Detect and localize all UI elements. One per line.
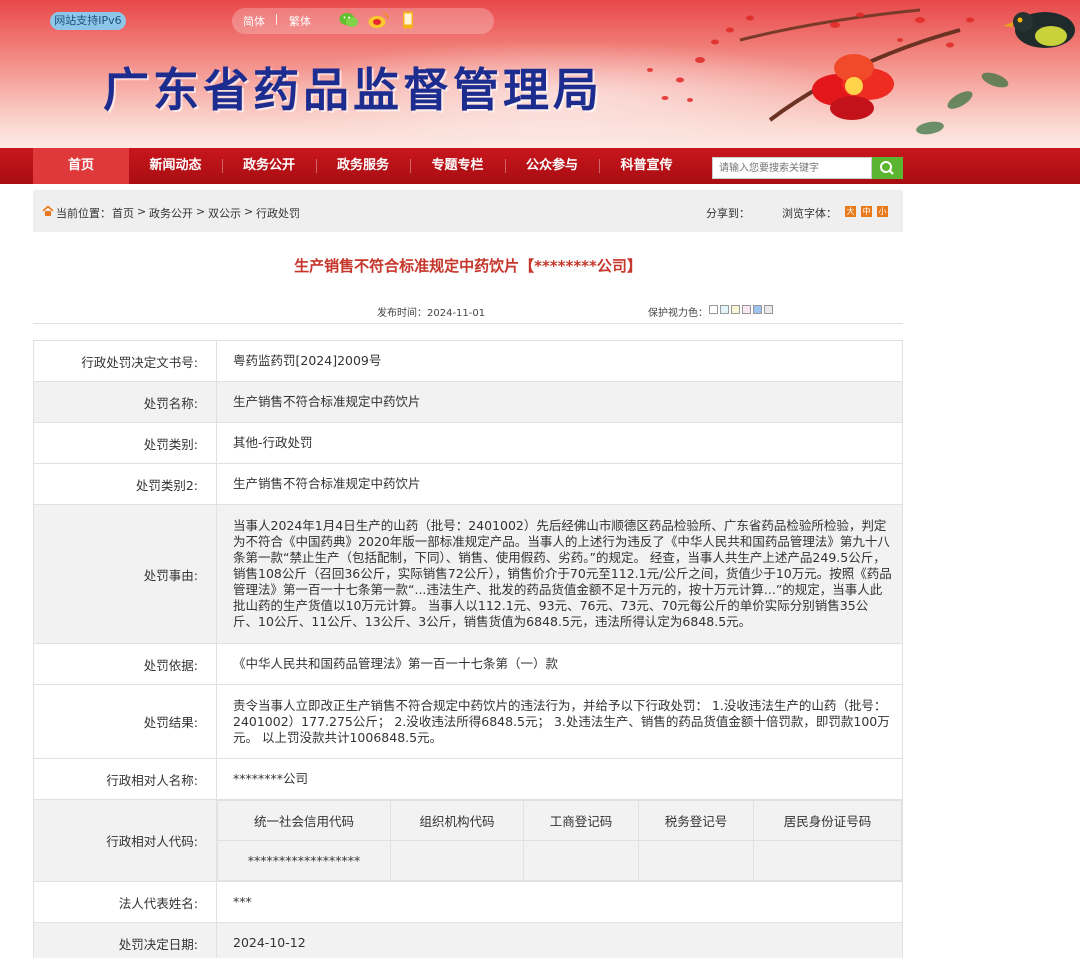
breadcrumb-separator: > (137, 205, 147, 218)
category-value: 其他-行政处罚 (216, 422, 903, 464)
font-medium-button[interactable]: 中 (861, 206, 872, 217)
eye-care-swatch-white[interactable] (709, 305, 718, 314)
header-divider (33, 323, 903, 324)
bird (1003, 12, 1075, 48)
code-value-org (390, 840, 524, 881)
basis-label: 处罚依据: (33, 643, 217, 685)
main-nav: 首页 新闻动态 政务公开 政务服务 专题专栏 公众参与 科普宣传 (0, 148, 1080, 184)
font-size-label: 浏览字体： (782, 207, 837, 220)
home-icon (42, 205, 54, 216)
party-name-value: ********公司 (216, 758, 903, 800)
wechat-icon[interactable] (339, 11, 359, 29)
ipv6-badge[interactable]: 网站支持IPv6 (50, 12, 126, 30)
eye-care-swatch-blue[interactable] (720, 305, 729, 314)
code-header-id-card: 居民身份证号码 (753, 800, 902, 841)
code-header-credit: 统一社会信用代码 (217, 800, 391, 841)
reason-value: 当事人2024年1月4日生产的山药（批号：2401002）先后经佛山市顺德区药品… (216, 504, 903, 644)
code-header-business: 工商登记码 (523, 800, 639, 841)
category2-label: 处罚类别2: (33, 463, 217, 505)
article-title: 生产销售不符合标准规定中药饮片【********公司】 (294, 257, 642, 275)
eye-care-swatch-gray[interactable] (764, 305, 773, 314)
breadcrumb-separator: > (196, 205, 206, 218)
lang-traditional-link[interactable]: 繁体 (289, 13, 311, 29)
result-label: 处罚结果: (33, 684, 217, 759)
font-small-button[interactable]: 小 (877, 206, 888, 217)
legal-rep-value: *** (216, 881, 903, 923)
party-name-label: 行政相对人名称: (33, 758, 217, 800)
category-label: 处罚类别: (33, 422, 217, 464)
penalty-name-label: 处罚名称: (33, 381, 217, 423)
nav-item-topics[interactable]: 专题专栏 (410, 148, 505, 184)
language-bar (232, 8, 494, 34)
party-code-cell: 统一社会信用代码 组织机构代码 工商登记码 税务登记号 居民身份证号码 ****… (216, 799, 903, 882)
breadcrumb-label: 当前位置： (56, 207, 111, 220)
reason-label: 处罚事由: (33, 504, 217, 644)
eye-care-swatch-yellow[interactable] (731, 305, 740, 314)
breadcrumb-admin-penalty[interactable]: 行政处罚 (256, 205, 300, 221)
eye-care-swatch-dark-blue[interactable] (753, 305, 762, 314)
breadcrumb-gov-affairs[interactable]: 政务公开 (149, 205, 193, 221)
font-large-button[interactable]: 大 (845, 206, 856, 217)
search-input[interactable] (712, 157, 872, 179)
penalty-info-table: 行政处罚决定文书号: 粤药监药罚[2024]2009号 处罚名称: 生产销售不符… (33, 340, 903, 958)
nav-item-news[interactable]: 新闻动态 (129, 148, 222, 184)
lang-simplified-link[interactable]: 简体 (243, 13, 265, 29)
mobile-icon[interactable] (402, 11, 414, 29)
code-value-id-card (753, 840, 902, 881)
code-header-org: 组织机构代码 (390, 800, 524, 841)
eye-care-swatch-pink[interactable] (742, 305, 751, 314)
doc-number-value: 粤药监药罚[2024]2009号 (216, 340, 903, 382)
category2-value: 生产销售不符合标准规定中药饮片 (216, 463, 903, 505)
header-banner: 网站支持IPv6 简体 繁体 广东省药品监督管理局 (0, 0, 1080, 148)
party-code-table: 统一社会信用代码 组织机构代码 工商登记码 税务登记号 居民身份证号码 ****… (217, 800, 902, 881)
share-label: 分享到： (706, 207, 750, 220)
decision-date-label: 处罚决定日期: (33, 922, 217, 958)
penalty-name-value: 生产销售不符合标准规定中药饮片 (216, 381, 903, 423)
party-code-label: 行政相对人代码: (33, 799, 217, 882)
breadcrumb-home[interactable]: 首页 (112, 205, 134, 221)
code-header-tax: 税务登记号 (638, 800, 754, 841)
breadcrumb-double-disclosure[interactable]: 双公示 (208, 205, 241, 221)
publish-time: 发布时间：2024-11-01 (377, 308, 486, 319)
eye-care-label: 保护视力色： (648, 308, 708, 319)
nav-item-gov-services[interactable]: 政务服务 (316, 148, 410, 184)
bird-flower-decoration (647, 8, 1075, 135)
basis-value: 《中华人民共和国药品管理法》第一百一十七条第（一）款 (216, 643, 903, 685)
decision-date-value: 2024-10-12 (216, 922, 903, 958)
breadcrumb-separator: > (244, 205, 254, 218)
result-value: 责令当事人立即改正生产销售不符合规定中药饮片的违法行为，并给予以下行政处罚： 1… (216, 684, 903, 759)
nav-item-gov-affairs[interactable]: 政务公开 (222, 148, 316, 184)
search-icon (880, 161, 894, 175)
weibo-icon[interactable] (368, 11, 390, 29)
search-button[interactable] (872, 157, 903, 179)
nav-item-public-participation[interactable]: 公众参与 (505, 148, 599, 184)
nav-item-science[interactable]: 科普宣传 (599, 148, 694, 184)
site-title[interactable]: 广东省药品监督管理局 (103, 60, 603, 120)
code-value-tax (638, 840, 754, 881)
code-value-credit: ****************** (217, 840, 391, 881)
doc-number-label: 行政处罚决定文书号: (33, 340, 217, 382)
nav-item-home[interactable]: 首页 (33, 148, 129, 184)
flower (812, 54, 894, 120)
lang-divider (276, 14, 277, 25)
code-value-business (523, 840, 639, 881)
legal-rep-label: 法人代表姓名: (33, 881, 217, 923)
